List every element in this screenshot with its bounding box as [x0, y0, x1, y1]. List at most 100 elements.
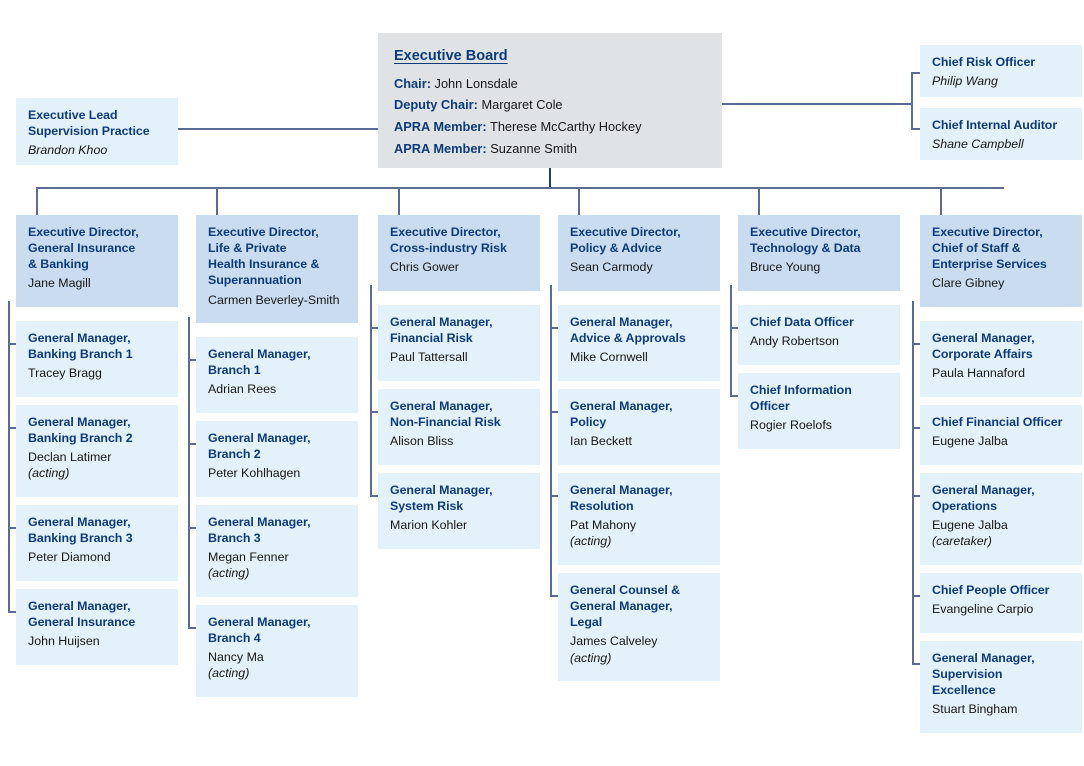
general-manager-card[interactable]: General Manager, Branch 2 Peter Kohlhagen: [196, 421, 358, 497]
card-person: Peter Kohlhagen: [208, 466, 301, 481]
card-person: Alison Bliss: [390, 434, 454, 449]
org-chart: Executive Board Chair: John Lonsdale Depu…: [0, 0, 1084, 766]
card-person-note: (acting): [28, 466, 70, 481]
card-person: Nancy Ma (acting): [208, 649, 348, 681]
card-person: John Huijsen: [28, 634, 100, 649]
card-title: Chief Financial Officer: [932, 415, 1063, 429]
general-manager-card[interactable]: General Manager, System Risk Marion Kohler: [378, 473, 540, 549]
member-role-label: Chair:: [394, 75, 431, 91]
exec-director-card[interactable]: Executive Director, Cross-industry Risk Ch…: [378, 215, 540, 291]
card-title: Executive Director, Cross-industry Risk: [390, 225, 507, 256]
column-spine-line: [8, 301, 10, 613]
card-title: General Manager, Branch 3: [208, 515, 311, 546]
general-manager-card[interactable]: General Manager, Operations Eugene Jalba (c…: [920, 473, 1082, 565]
general-manager-card[interactable]: General Manager, Corporate Affairs Paula H…: [920, 321, 1082, 397]
right-stub-top: [911, 72, 920, 74]
card-title: Chief Risk Officer: [932, 55, 1036, 69]
general-manager-card[interactable]: General Manager, Branch 4 Nancy Ma (acting): [196, 605, 358, 697]
general-manager-card[interactable]: General Manager, General Insurance John Hu…: [16, 589, 178, 665]
general-manager-card[interactable]: General Manager, Branch 1 Adrian Rees: [196, 337, 358, 413]
card-person-note: (acting): [570, 534, 612, 549]
card-person: Brandon Khoo: [28, 143, 108, 158]
right-report-card[interactable]: Chief Risk Officer Philip Wang: [920, 45, 1082, 97]
card-person: Mike Cornwell: [570, 350, 648, 365]
card-title: General Counsel & General Manager, Legal: [570, 583, 681, 630]
card-person: Chris Gower: [390, 260, 459, 275]
card-person: Declan Latimer (acting): [28, 449, 168, 481]
top-bus-line: [36, 187, 1004, 189]
exec-director-card[interactable]: Executive Director, Policy & Advice Sean C…: [558, 215, 720, 291]
column-drop-line: [758, 187, 760, 215]
column-drop-line: [940, 187, 942, 215]
exec-director-card[interactable]: Executive Director, General Insurance & Ba…: [16, 215, 178, 307]
card-person: Eugene Jalba (caretaker): [932, 517, 1072, 549]
card-person: Ian Beckett: [570, 434, 632, 449]
card-person: Adrian Rees: [208, 382, 277, 397]
column-drop-line: [36, 187, 38, 215]
column-drop-line: [216, 187, 218, 215]
column-spine-line: [550, 285, 552, 597]
card-person: Tracey Bragg: [28, 366, 102, 381]
exec-director-card[interactable]: Executive Director, Technology & Data Bruc…: [738, 215, 900, 291]
card-person: Jane Magill: [28, 276, 91, 291]
card-title: General Manager, Banking Branch 3: [28, 515, 133, 546]
general-manager-card[interactable]: Chief People Officer Evangeline Carpio: [920, 573, 1082, 633]
board-stem-line: [549, 168, 551, 187]
card-title: Chief People Officer: [932, 583, 1050, 597]
general-manager-card[interactable]: Chief Information Officer Rogier Roelofs: [738, 373, 900, 449]
column-drop-line: [398, 187, 400, 215]
card-title: General Manager, Branch 4: [208, 615, 311, 646]
left-satellite-link: [178, 128, 378, 130]
general-manager-card[interactable]: General Manager, Branch 3 Megan Fenner (act…: [196, 505, 358, 597]
card-title: Executive Director, Chief of Staff & Enter…: [932, 225, 1047, 272]
right-stub-bottom: [911, 128, 920, 130]
card-title: General Manager, Advice & Approvals: [570, 315, 686, 346]
card-title: General Manager, Non-Financial Risk: [390, 399, 501, 430]
general-manager-card[interactable]: General Manager, Non-Financial Risk Alison…: [378, 389, 540, 465]
general-manager-card[interactable]: Chief Data Officer Andy Robertson: [738, 305, 900, 365]
general-manager-card[interactable]: General Manager, Resolution Pat Mahony (act…: [558, 473, 720, 565]
card-person: Paula Hannaford: [932, 366, 1025, 381]
general-manager-card[interactable]: General Manager, Banking Branch 3 Peter Di…: [16, 505, 178, 581]
column-drop-line: [578, 187, 580, 215]
exec-director-card[interactable]: Executive Director, Life & Private Health …: [196, 215, 358, 323]
general-manager-card[interactable]: Chief Financial Officer Eugene Jalba: [920, 405, 1082, 465]
executive-board-member-row: APRA Member: Therese McCarthy Hockey: [394, 119, 706, 136]
card-title: General Manager, Banking Branch 1: [28, 331, 133, 362]
card-title: Chief Data Officer: [750, 315, 854, 329]
card-person: Evangeline Carpio: [932, 602, 1034, 617]
card-title: General Manager, General Insurance: [28, 599, 136, 630]
card-person-note: (acting): [208, 666, 250, 681]
general-manager-card[interactable]: General Manager, Advice & Approvals Mike C…: [558, 305, 720, 381]
column-spine-line: [370, 285, 372, 497]
general-manager-card[interactable]: General Manager, Supervision Excellence Stu…: [920, 641, 1082, 733]
card-title: General Manager, Financial Risk: [390, 315, 493, 346]
card-person: Clare Gibney: [932, 276, 1005, 291]
general-manager-card[interactable]: General Manager, Banking Branch 2 Declan L…: [16, 405, 178, 497]
card-title: Chief Internal Auditor: [932, 118, 1058, 132]
column-spine-line: [188, 317, 190, 629]
right-report-card[interactable]: Chief Internal Auditor Shane Campbell: [920, 108, 1082, 160]
executive-board-members: Chair: John Lonsdale Deputy Chair: Margar…: [394, 76, 706, 158]
executive-board-card[interactable]: Executive Board Chair: John Lonsdale Depu…: [378, 33, 722, 168]
card-title: General Manager, Banking Branch 2: [28, 415, 133, 446]
general-manager-card[interactable]: General Manager, Policy Ian Beckett: [558, 389, 720, 465]
card-person: Eugene Jalba: [932, 434, 1008, 449]
card-person: Carmen Beverley-Smith: [208, 292, 340, 307]
exec-director-card[interactable]: Executive Director, Chief of Staff & Enter…: [920, 215, 1082, 307]
card-person-note: (acting): [208, 566, 250, 581]
card-person: Marion Kohler: [390, 518, 468, 533]
general-manager-card[interactable]: General Manager, Banking Branch 1 Tracey B…: [16, 321, 178, 397]
member-name: Margaret Cole: [477, 97, 563, 113]
column-spine-line: [730, 285, 732, 397]
member-name: Therese McCarthy Hockey: [486, 119, 642, 135]
general-manager-card[interactable]: General Manager, Financial Risk Paul Tatte…: [378, 305, 540, 381]
card-title: Chief Information Officer: [750, 383, 852, 414]
general-manager-card[interactable]: General Counsel & General Manager, Legal Ja…: [558, 573, 720, 681]
member-role-label: APRA Member:: [394, 119, 487, 135]
executive-lead-supervision-practice-card[interactable]: Executive Lead Supervision Practice Brand…: [16, 98, 178, 165]
card-title: General Manager, Operations: [932, 483, 1035, 514]
card-person: Shane Campbell: [932, 137, 1024, 152]
card-person: Bruce Young: [750, 260, 821, 275]
right-bus-line: [722, 103, 912, 105]
